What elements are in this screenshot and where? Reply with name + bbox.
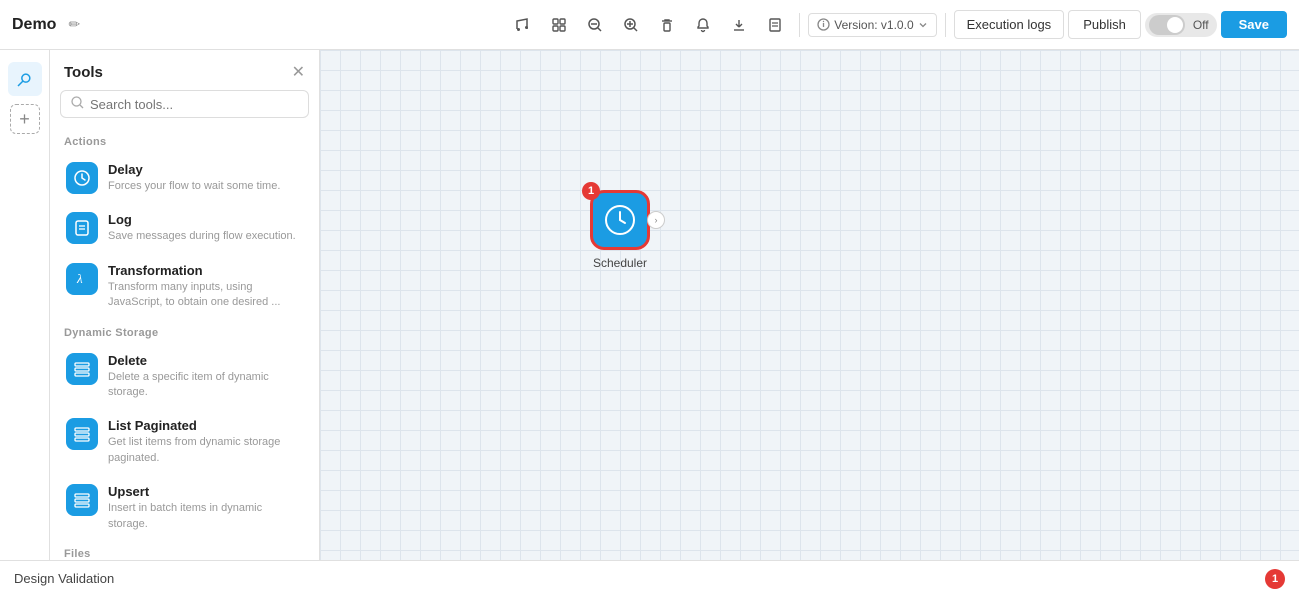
tools-panel: Tools ✕ Actions Delay Forces your flow t…: [50, 50, 320, 560]
header: Demo ✏ Version: v1.0.0: [0, 0, 1299, 50]
tool-name-list-paginated: List Paginated: [108, 418, 303, 433]
tools-title: Tools: [64, 64, 103, 81]
toolbar-btn-zoom-in[interactable]: [615, 9, 647, 41]
tools-list: Actions Delay Forces your flow to wait s…: [50, 128, 319, 560]
save-button[interactable]: Save: [1221, 11, 1287, 38]
tool-desc-log: Save messages during flow execution.: [108, 229, 303, 244]
toolbar-btn-delete[interactable]: [651, 9, 683, 41]
tool-name-log: Log: [108, 212, 303, 227]
tool-name-transformation: Transformation: [108, 263, 303, 278]
transformation-icon: λ: [66, 263, 98, 295]
tool-desc-delay: Forces your flow to wait some time.: [108, 179, 303, 194]
tool-desc-upsert: Insert in batch items in dynamic storage…: [108, 501, 303, 532]
delete-icon: [66, 353, 98, 385]
tool-item-upsert[interactable]: Upsert Insert in batch items in dynamic …: [60, 476, 309, 540]
node-badge: 1: [582, 182, 600, 200]
node-box[interactable]: ›: [590, 190, 650, 250]
tool-name-delay: Delay: [108, 162, 303, 177]
toolbar-btn-zoom-out[interactable]: [579, 9, 611, 41]
left-btn-add[interactable]: +: [10, 104, 40, 134]
search-icon: [71, 96, 84, 112]
design-validation-label: Design Validation: [14, 571, 1255, 586]
section-label-dynamic-storage: Dynamic Storage: [64, 327, 305, 339]
tool-desc-list-paginated: Get list items from dynamic storage pagi…: [108, 435, 303, 466]
left-toolbar: +: [0, 50, 50, 560]
publish-button[interactable]: Publish: [1068, 10, 1141, 39]
tool-item-transformation[interactable]: λ Transformation Transform many inputs, …: [60, 255, 309, 319]
toolbar-btn-download[interactable]: [723, 9, 755, 41]
tools-header: Tools ✕: [50, 50, 319, 90]
design-validation-badge: 1: [1265, 569, 1285, 589]
exec-logs-button[interactable]: Execution logs: [954, 10, 1065, 39]
version-label: Version: v1.0.0: [834, 18, 913, 32]
toolbar-btn-bell[interactable]: [687, 9, 719, 41]
log-icon: [66, 212, 98, 244]
section-label-actions: Actions: [64, 136, 305, 148]
toggle-wrap: Off: [1145, 13, 1217, 37]
toolbar-btn-grid[interactable]: [543, 9, 575, 41]
left-btn-tools[interactable]: [8, 62, 42, 96]
canvas[interactable]: 1 › Scheduler: [320, 50, 1299, 560]
toolbar-btn-music[interactable]: [507, 9, 539, 41]
tool-item-list-paginated[interactable]: List Paginated Get list items from dynam…: [60, 410, 309, 474]
tool-desc-delete: Delete a specific item of dynamic storag…: [108, 370, 303, 401]
page-title: Demo: [12, 16, 56, 34]
toggle-label: Off: [1189, 18, 1213, 32]
toggle-switch[interactable]: [1149, 15, 1185, 35]
node-arrow[interactable]: ›: [647, 211, 665, 229]
upsert-icon: [66, 484, 98, 516]
list-paginated-icon: [66, 418, 98, 450]
toolbar: Version: v1.0.0 Execution logs Publish O…: [507, 9, 1287, 41]
delay-icon: [66, 162, 98, 194]
tool-name-delete: Delete: [108, 353, 303, 368]
tool-item-delete[interactable]: Delete Delete a specific item of dynamic…: [60, 345, 309, 409]
toolbar-btn-file[interactable]: [759, 9, 791, 41]
search-input[interactable]: [90, 97, 298, 112]
tools-close-button[interactable]: ✕: [292, 62, 305, 82]
tool-item-delay[interactable]: Delay Forces your flow to wait some time…: [60, 154, 309, 202]
main-area: + Tools ✕ Actions Delay Forces your flow…: [0, 50, 1299, 560]
bottom-bar: Design Validation 1: [0, 560, 1299, 596]
tool-desc-transformation: Transform many inputs, using JavaScript,…: [108, 280, 303, 311]
search-wrap: [60, 90, 309, 118]
section-label-files: Files: [64, 548, 305, 560]
tool-name-upsert: Upsert: [108, 484, 303, 499]
scheduler-node[interactable]: 1 › Scheduler: [590, 190, 650, 270]
toolbar-separator: [799, 13, 800, 37]
node-label: Scheduler: [593, 256, 647, 270]
version-button[interactable]: Version: v1.0.0: [808, 13, 936, 37]
edit-icon[interactable]: ✏: [68, 16, 80, 33]
toolbar-separator-2: [945, 13, 946, 37]
svg-text:λ: λ: [76, 271, 83, 286]
tool-item-log[interactable]: Log Save messages during flow execution.: [60, 204, 309, 252]
